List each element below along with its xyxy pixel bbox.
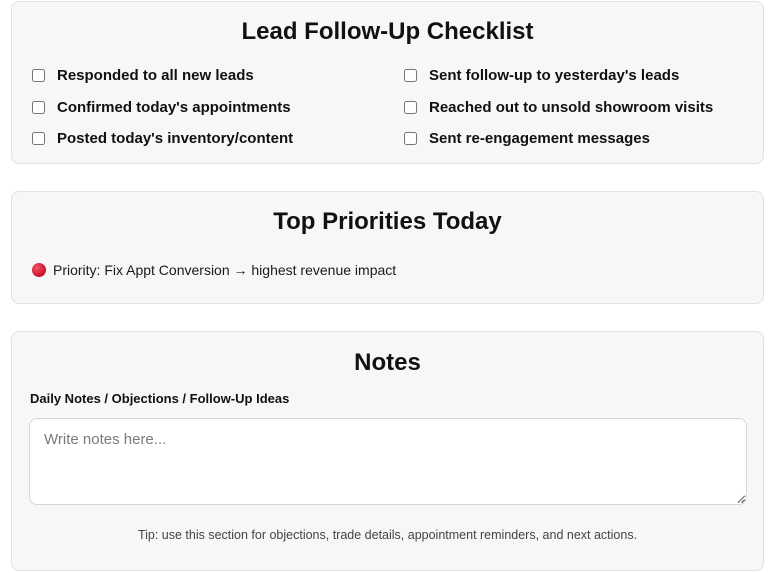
checklist-item-label: Sent follow-up to yesterday's leads [429,67,680,85]
priority-item-text: Priority: Fix Appt Conversion → highest … [53,262,397,278]
checklist-checkbox[interactable] [32,132,45,146]
notes-tip: Tip: use this section for objections, tr… [137,528,638,542]
priorities-title: Top Priorities Today [273,208,502,235]
checklist-item[interactable]: Confirmed today's appointments [32,92,404,124]
priorities-card: Top Priorities Today Priority: Fix Appt … [11,191,764,304]
checklist-grid: Responded to all new leads Sent follow-u… [32,60,752,155]
checklist-item-label: Reached out to unsold showroom visits [429,98,714,116]
checklist-item-label: Sent re-engagement messages [429,130,650,148]
checklist-checkbox[interactable] [32,69,45,83]
checklist-item[interactable]: Sent follow-up to yesterday's leads [404,60,752,92]
checklist-item-label: Posted today's inventory/content [57,130,294,148]
notes-title: Notes [354,349,421,376]
checklist-item[interactable]: Posted today's inventory/content [32,123,404,155]
checklist-item[interactable]: Responded to all new leads [32,60,404,92]
notes-textarea[interactable] [29,418,747,505]
checklist-checkbox[interactable] [404,100,417,114]
notes-card: Notes Daily Notes / Objections / Follow-… [11,331,764,571]
checklist-item-label: Responded to all new leads [57,67,254,85]
checklist-item[interactable]: Reached out to unsold showroom visits [404,92,752,124]
red-circle-icon [32,263,46,277]
checklist-item-label: Confirmed today's appointments [57,98,291,116]
checklist-checkbox[interactable] [32,100,45,114]
checklist-item[interactable]: Sent re-engagement messages [404,123,752,155]
priority-item: Priority: Fix Appt Conversion → highest … [32,262,396,278]
checklist-title: Lead Follow-Up Checklist [241,18,534,45]
checklist-checkbox[interactable] [404,69,417,83]
notes-label: Daily Notes / Objections / Follow-Up Ide… [30,391,290,406]
checklist-checkbox[interactable] [404,132,417,146]
checklist-card: Lead Follow-Up Checklist Responded to al… [11,1,764,164]
